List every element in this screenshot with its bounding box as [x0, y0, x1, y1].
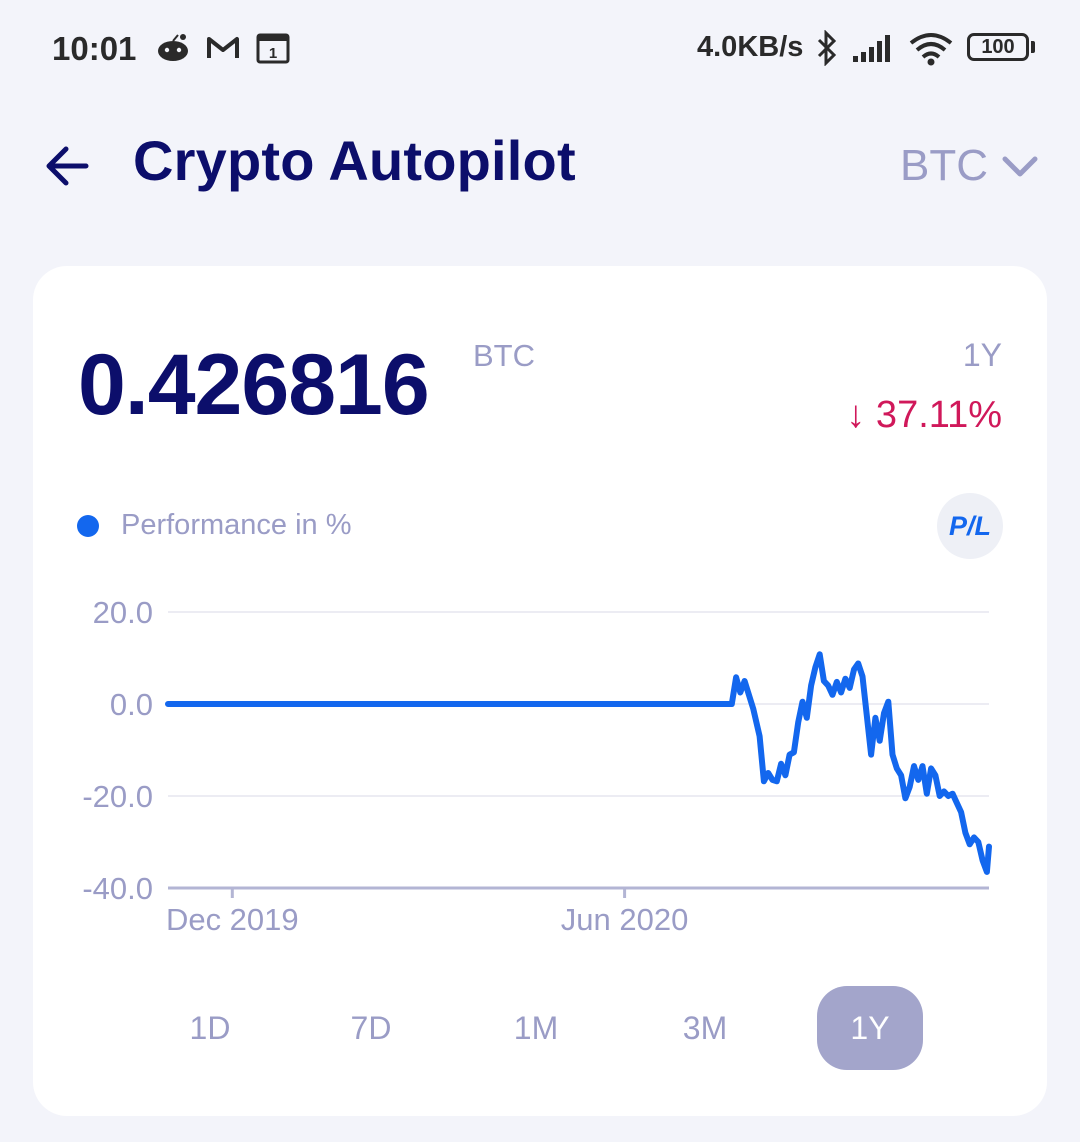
balance-value: 0.426816 — [78, 337, 430, 433]
range-tab-1m[interactable]: 1M — [483, 986, 589, 1070]
balance-unit: BTC — [473, 338, 535, 373]
x-tick-label: Dec 2019 — [166, 902, 299, 936]
y-tick-label: -40.0 — [82, 871, 153, 906]
y-tick-label: 20.0 — [93, 595, 153, 630]
status-bar: 10:01 1 4.0KB/s 100 — [0, 0, 1080, 100]
performance-chart: 20.0 0.0 -20.0 -40.0 Dec 2019 Jun 2020 — [82, 595, 992, 936]
performance-line — [165, 651, 992, 875]
battery-tip — [1031, 41, 1035, 53]
page-title: Crypto Autopilot — [133, 129, 576, 192]
calendar-day: 1 — [269, 45, 277, 62]
range-tab-1d[interactable]: 1D — [157, 986, 263, 1070]
range-tabs: 1D 7D 1M 3M 1Y — [33, 986, 1047, 1072]
range-tab-3m[interactable]: 3M — [652, 986, 758, 1070]
status-time: 10:01 — [52, 30, 137, 67]
chevron-down-icon — [1002, 156, 1038, 177]
x-tick-label: Jun 2020 — [561, 902, 689, 936]
period-label: 1Y — [962, 337, 1002, 373]
bluetooth-icon — [815, 29, 839, 71]
legend-dot — [77, 515, 99, 537]
performance-change: ↓ 37.11% — [846, 394, 1002, 436]
portfolio-card: 0.426816 BTC 1Y ↓ 37.11% Performance in … — [33, 266, 1047, 1116]
back-button[interactable] — [40, 138, 96, 194]
reddit-icon — [156, 32, 190, 67]
range-tab-1y[interactable]: 1Y — [817, 986, 923, 1070]
battery-icon: 100 — [967, 33, 1029, 61]
calendar-icon: 1 — [256, 32, 290, 69]
pl-toggle-button[interactable]: P/L — [937, 493, 1003, 559]
arrow-left-icon — [46, 146, 89, 186]
y-tick-label: 0.0 — [110, 687, 153, 722]
gmail-icon — [206, 36, 240, 65]
currency-selector[interactable]: BTC — [900, 136, 1038, 196]
signal-icon — [852, 34, 894, 67]
wifi-icon — [908, 32, 954, 71]
range-tab-7d[interactable]: 7D — [318, 986, 424, 1070]
currency-label: BTC — [900, 141, 988, 190]
network-speed: 4.0KB/s — [697, 31, 804, 63]
y-tick-label: -20.0 — [82, 779, 153, 814]
legend-label: Performance in % — [121, 509, 352, 541]
